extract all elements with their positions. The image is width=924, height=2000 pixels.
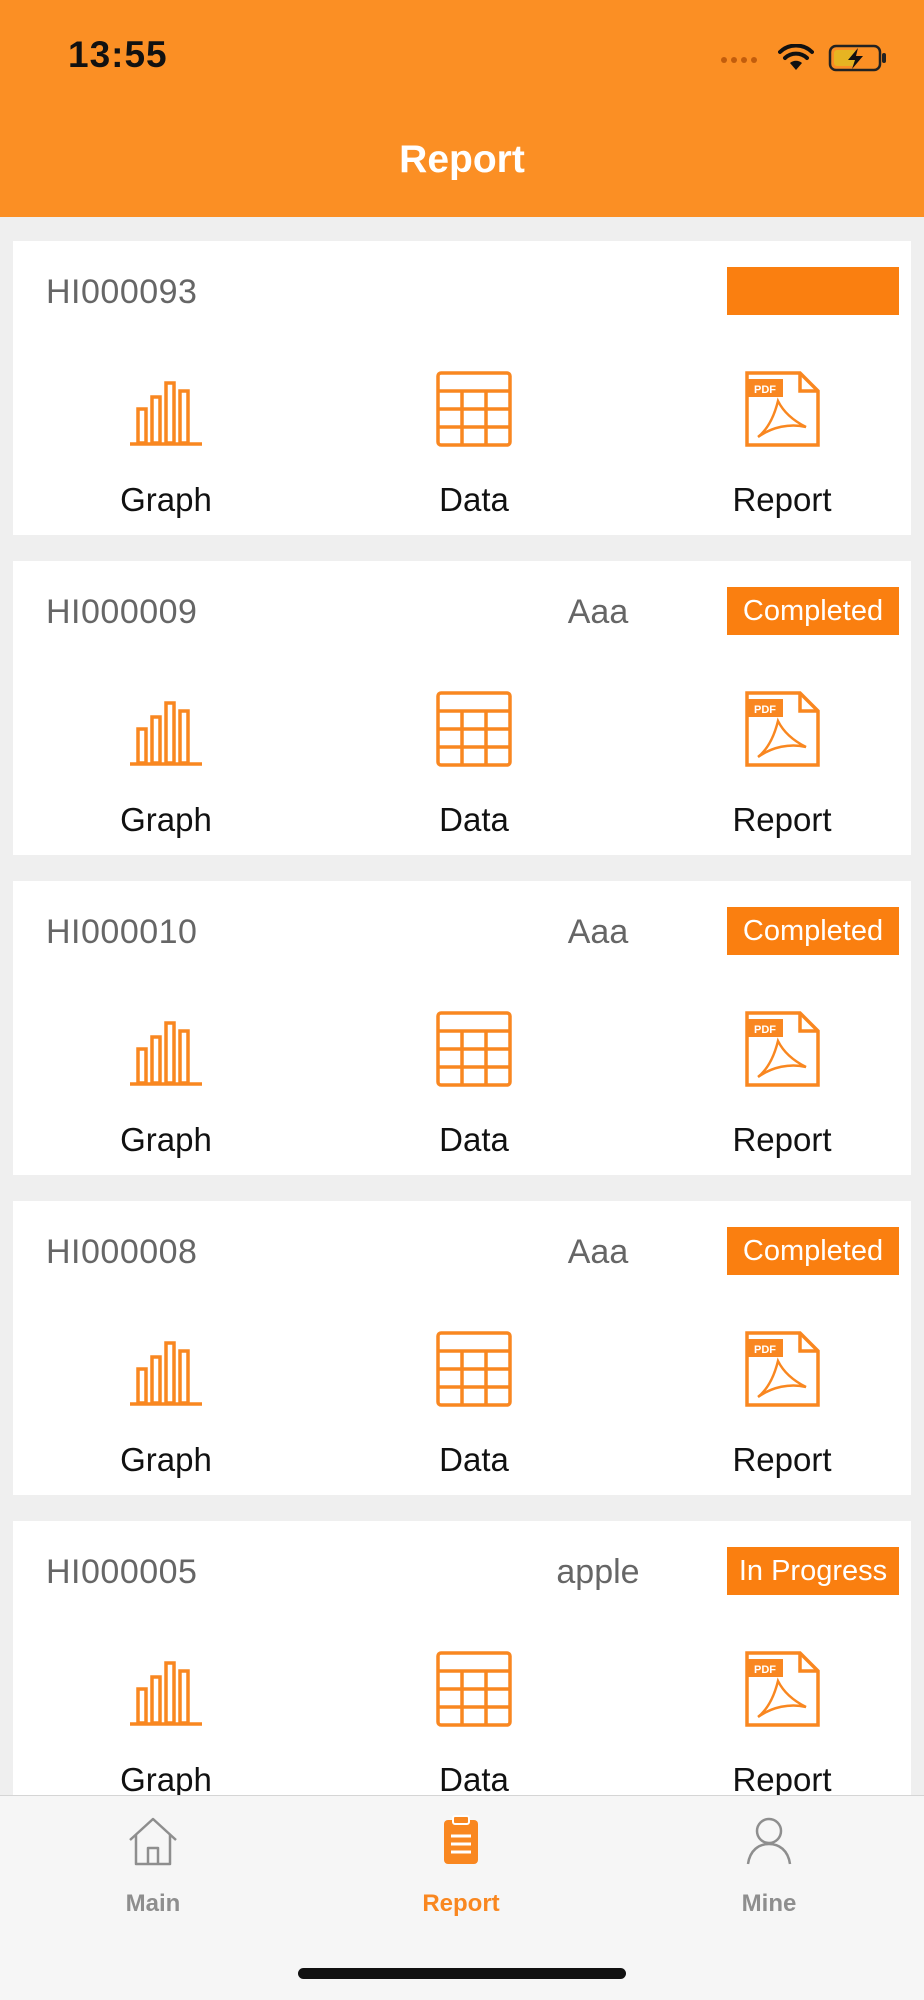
table-icon: [436, 1011, 512, 1087]
pdf-icon: PDF: [745, 1011, 820, 1087]
report-button[interactable]: PDF Report: [682, 1331, 882, 1481]
report-label: Report: [732, 481, 832, 518]
battery-charging-icon: [828, 44, 886, 72]
status-badge: [727, 267, 899, 315]
tab-report-label: Report: [422, 1890, 500, 1917]
svg-text:PDF: PDF: [754, 1344, 776, 1356]
home-icon: [129, 1817, 177, 1866]
wifi-icon: [778, 44, 814, 70]
home-indicator: [298, 1968, 626, 1979]
bar-chart-icon: [130, 1341, 202, 1406]
card-id: HI000093: [46, 273, 198, 311]
card-id: HI000008: [46, 1233, 198, 1271]
status-badge: Completed: [727, 587, 899, 635]
pdf-icon: PDF: [745, 691, 820, 767]
report-card: HI000005 apple In Progress Graph Data PD…: [13, 1521, 911, 1795]
bar-chart-icon: [130, 1661, 202, 1726]
graph-label: Graph: [120, 1121, 212, 1158]
tab-main-label: Main: [125, 1890, 181, 1917]
card-id: HI000005: [46, 1553, 198, 1591]
report-card: HI000010 Aaa Completed Graph Data PDF Re…: [13, 881, 911, 1175]
svg-text:PDF: PDF: [754, 1024, 776, 1036]
card-name: Aaa: [567, 1233, 629, 1271]
svg-text:PDF: PDF: [754, 704, 776, 716]
card-name: Aaa: [567, 913, 629, 951]
table-icon: [436, 371, 512, 447]
report-card: HI000008 Aaa Completed Graph Data PDF Re…: [13, 1201, 911, 1495]
data-button[interactable]: Data: [374, 1331, 574, 1481]
bar-chart-icon: [130, 701, 202, 766]
bar-chart-icon: [130, 381, 202, 446]
table-icon: [436, 1331, 512, 1407]
graph-button[interactable]: Graph: [66, 1331, 266, 1481]
report-label: Report: [732, 1121, 832, 1158]
card-id: HI000009: [46, 593, 198, 631]
graph-label: Graph: [120, 801, 212, 838]
pdf-icon: PDF: [745, 1331, 820, 1407]
pdf-icon: PDF: [745, 1651, 820, 1727]
card-name: apple: [556, 1553, 640, 1591]
bar-chart-icon: [130, 1021, 202, 1086]
graph-button[interactable]: Graph: [66, 371, 266, 521]
signal-icon: [721, 57, 757, 63]
graph-button[interactable]: Graph: [66, 691, 266, 841]
graph-button[interactable]: Graph: [66, 1011, 266, 1161]
app-header: 13:55 Report: [0, 0, 924, 217]
data-button[interactable]: Data: [374, 1651, 574, 1795]
page-title: Report: [399, 138, 525, 181]
data-button[interactable]: Data: [374, 371, 574, 521]
tab-report[interactable]: Report: [361, 1814, 561, 1924]
data-button[interactable]: Data: [374, 1011, 574, 1161]
report-card: HI000093 Graph Data PDF Report: [13, 241, 911, 535]
status-icons: [720, 40, 888, 76]
status-time: 13:55: [68, 34, 168, 75]
svg-text:PDF: PDF: [754, 1664, 776, 1676]
card-name: Aaa: [567, 593, 629, 631]
report-button[interactable]: PDF Report: [682, 1651, 882, 1795]
graph-label: Graph: [120, 1761, 212, 1795]
clipboard-icon: [444, 1815, 478, 1864]
pdf-icon: PDF: [745, 371, 820, 447]
data-label: Data: [439, 1441, 509, 1478]
graph-label: Graph: [120, 481, 212, 518]
report-card: HI000009 Aaa Completed Graph Data PDF Re…: [13, 561, 911, 855]
table-icon: [436, 1651, 512, 1727]
report-list[interactable]: HI000093 Graph Data PDF Report HI000009 …: [0, 217, 924, 1795]
status-badge: Completed: [727, 1227, 899, 1275]
card-id: HI000010: [46, 913, 198, 951]
report-label: Report: [732, 801, 832, 838]
report-button[interactable]: PDF Report: [682, 371, 882, 521]
data-label: Data: [439, 1121, 509, 1158]
status-badge: Completed: [727, 907, 899, 955]
person-icon: [746, 1817, 792, 1865]
tab-mine-label: Mine: [741, 1890, 797, 1917]
status-badge: In Progress: [727, 1547, 899, 1595]
data-label: Data: [439, 801, 509, 838]
svg-text:PDF: PDF: [754, 384, 776, 396]
table-icon: [436, 691, 512, 767]
data-label: Data: [439, 1761, 509, 1795]
report-label: Report: [732, 1761, 832, 1795]
report-button[interactable]: PDF Report: [682, 1011, 882, 1161]
data-label: Data: [439, 481, 509, 518]
data-button[interactable]: Data: [374, 691, 574, 841]
report-button[interactable]: PDF Report: [682, 691, 882, 841]
graph-button[interactable]: Graph: [66, 1651, 266, 1795]
graph-label: Graph: [120, 1441, 212, 1478]
report-label: Report: [732, 1441, 832, 1478]
tab-main[interactable]: Main: [53, 1814, 253, 1924]
tab-mine[interactable]: Mine: [669, 1814, 869, 1924]
